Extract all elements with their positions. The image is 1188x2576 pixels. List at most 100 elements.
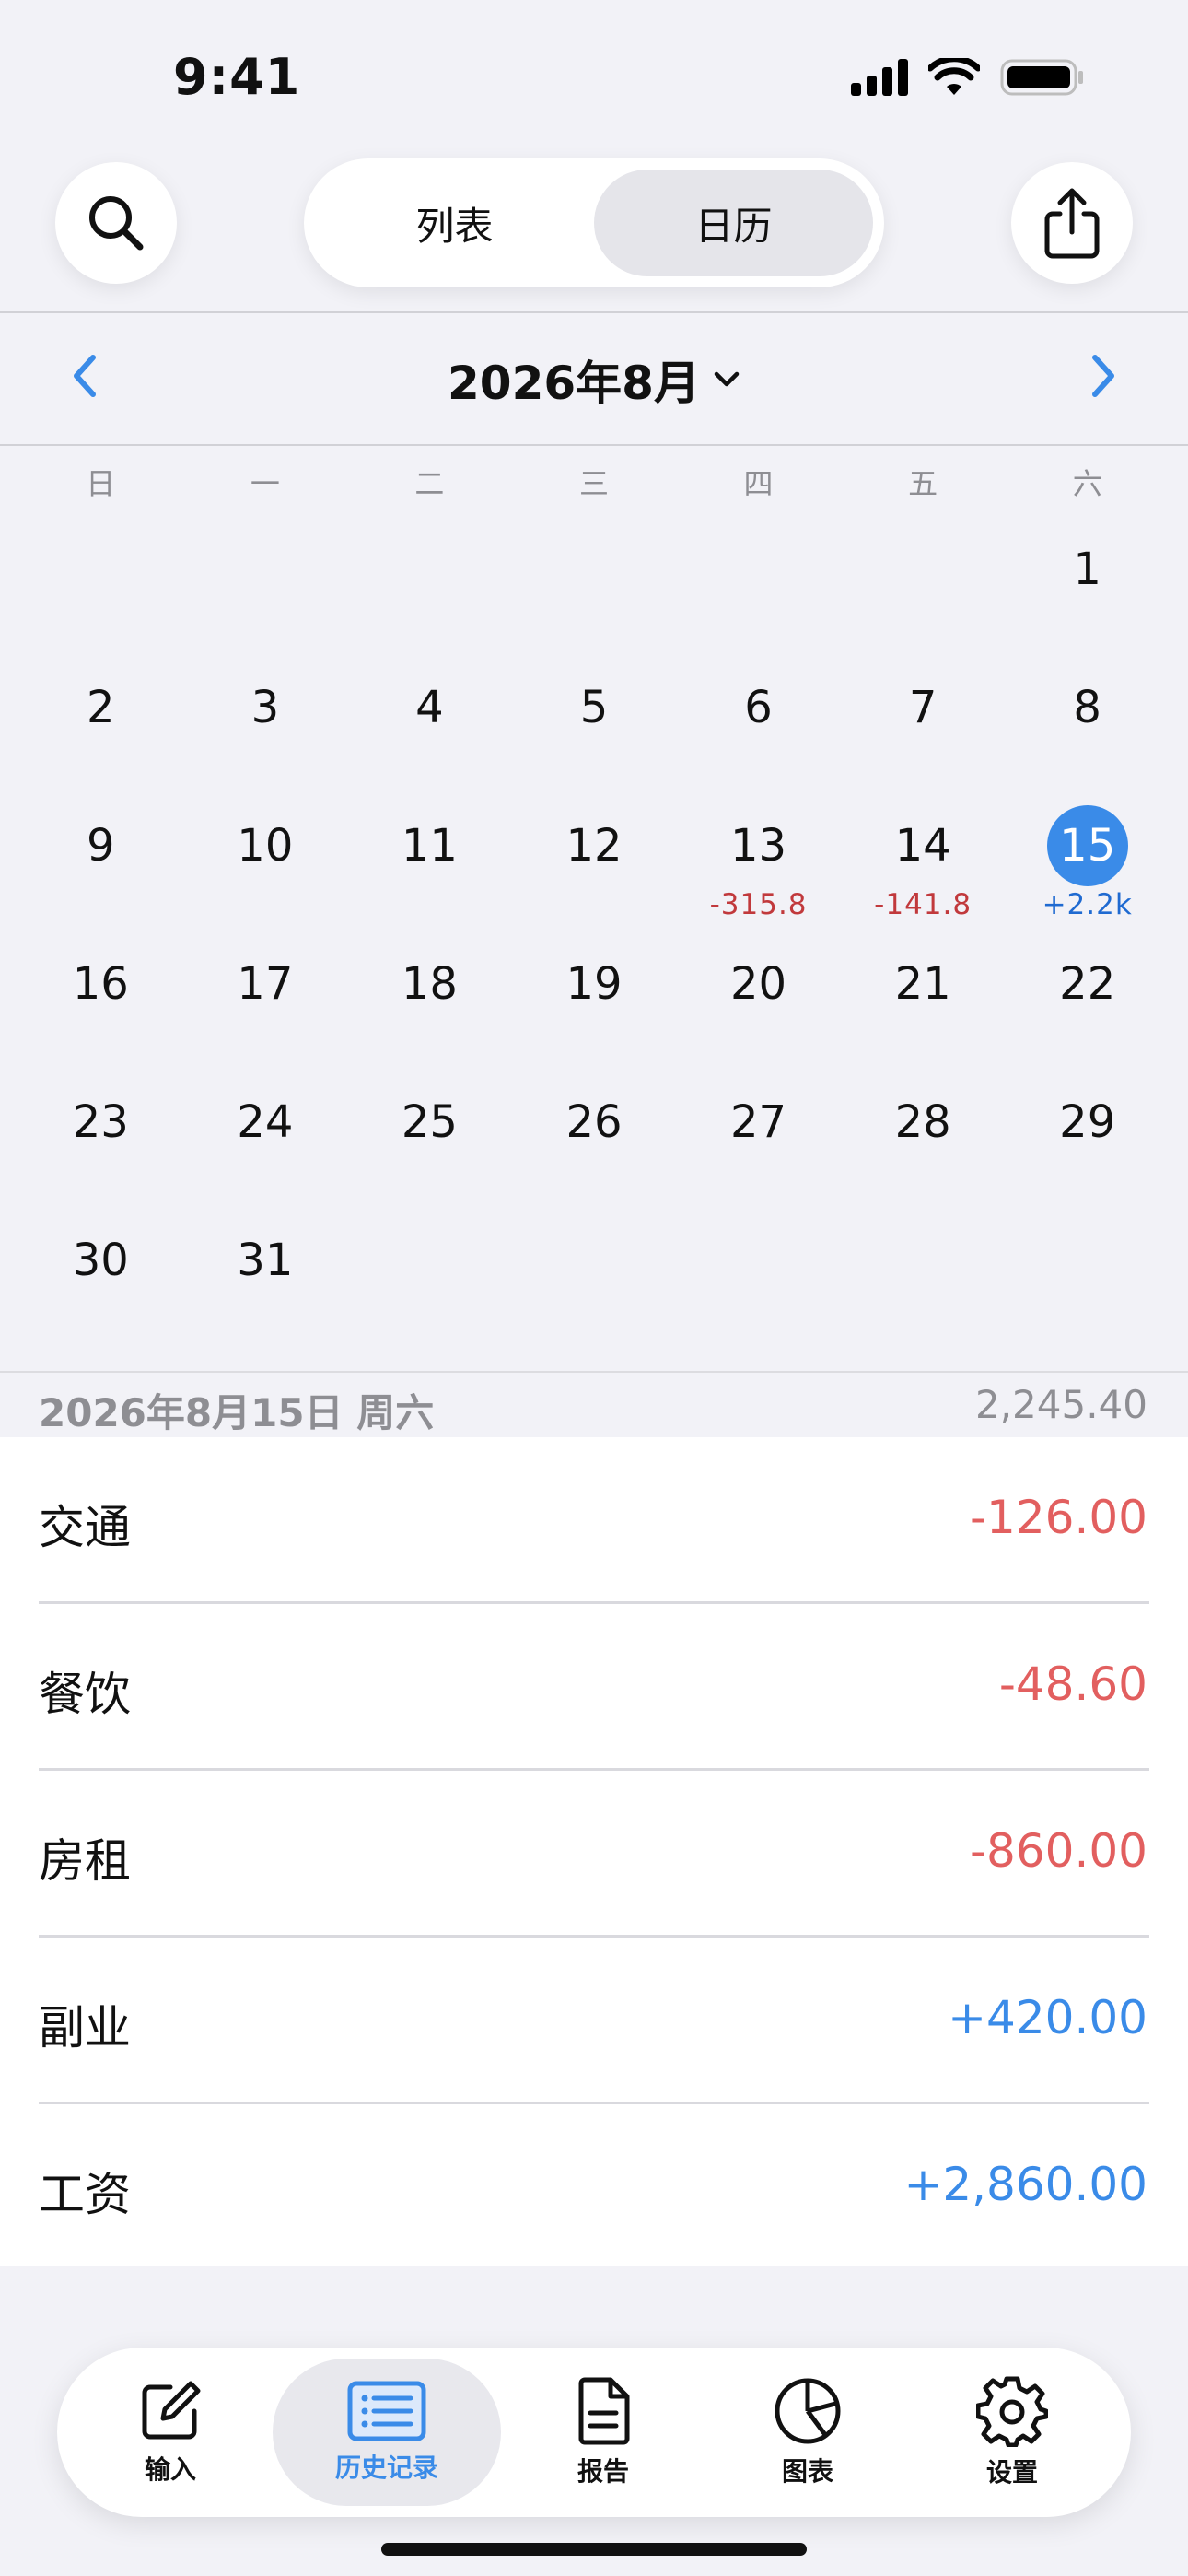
home-indicator: [381, 2543, 807, 2556]
day-number: 4: [415, 682, 444, 733]
tab-input[interactable]: 输入: [68, 2359, 273, 2506]
tab-history[interactable]: 历史记录: [273, 2359, 501, 2506]
day-number: 12: [565, 820, 623, 872]
day-number: 14: [894, 820, 951, 872]
weekday-header: 日 一 二 三 四 五 六: [18, 461, 1170, 503]
calendar-day[interactable]: 23: [18, 1069, 183, 1207]
next-month-button[interactable]: [1076, 348, 1131, 404]
gear-icon: [976, 2376, 1048, 2447]
calendar-day[interactable]: 12: [512, 792, 677, 931]
transaction-row[interactable]: 工资 +2,860.00: [0, 2104, 1188, 2271]
chevron-right-icon: [1092, 355, 1114, 397]
day-number: 1: [1073, 544, 1101, 595]
calendar-day[interactable]: 9: [18, 792, 183, 931]
calendar-day[interactable]: 29: [1005, 1069, 1170, 1207]
day-number: 6: [744, 682, 773, 733]
search-button[interactable]: [55, 162, 177, 284]
calendar-day[interactable]: 24: [183, 1069, 348, 1207]
transaction-amount: +2,860.00: [903, 2158, 1147, 2211]
day-number: 22: [1059, 958, 1116, 1010]
status-time: 9:41: [173, 48, 301, 106]
segment-calendar[interactable]: 日历: [594, 170, 873, 276]
segment-calendar-label: 日历: [694, 203, 773, 249]
segment-list-label: 列表: [415, 203, 494, 249]
transaction-row[interactable]: 餐饮 -48.60: [0, 1604, 1188, 1771]
calendar-day[interactable]: 21: [841, 931, 1006, 1069]
transaction-category: 工资: [39, 2168, 131, 2221]
calendar-day[interactable]: 17: [183, 931, 348, 1069]
calendar-empty-cell: [18, 516, 183, 654]
transaction-category: 交通: [39, 1501, 131, 1554]
calendar-day[interactable]: 31: [183, 1207, 348, 1345]
transaction-category: 房租: [39, 1834, 131, 1888]
calendar-day[interactable]: 30: [18, 1207, 183, 1345]
day-amount: -141.8: [874, 888, 973, 921]
tab-report-label: 报告: [577, 2456, 629, 2487]
transaction-amount: -126.00: [970, 1491, 1147, 1544]
day-summary-header: 2026年8月15日 周六 2,245.40: [0, 1371, 1188, 1437]
share-button[interactable]: [1011, 162, 1133, 284]
day-number: 25: [401, 1096, 458, 1148]
weekday-label: 一: [250, 466, 280, 501]
calendar-day[interactable]: 14 -141.8: [841, 792, 1006, 931]
calendar-day[interactable]: 10: [183, 792, 348, 931]
day-amount: -315.8: [709, 888, 808, 921]
tab-report[interactable]: 报告: [501, 2359, 705, 2506]
day-number: 21: [894, 958, 951, 1010]
calendar-day[interactable]: 11: [347, 792, 512, 931]
transaction-amount: +420.00: [948, 1991, 1147, 2044]
transaction-row[interactable]: 副业 +420.00: [0, 1938, 1188, 2104]
calendar-day[interactable]: 18: [347, 931, 512, 1069]
cellular-signal-icon: [851, 59, 908, 96]
calendar-empty-cell: [347, 1207, 512, 1345]
calendar-day[interactable]: 19: [512, 931, 677, 1069]
day-number: 24: [237, 1096, 294, 1148]
wifi-icon: [928, 58, 980, 95]
share-icon: [1044, 188, 1100, 259]
day-total: 2,245.40: [974, 1382, 1147, 1427]
calendar-empty-cell: [512, 516, 677, 654]
calendar-day[interactable]: 8: [1005, 654, 1170, 792]
calendar-day[interactable]: 25: [347, 1069, 512, 1207]
calendar-empty-cell: [512, 1207, 677, 1345]
calendar-day[interactable]: 3: [183, 654, 348, 792]
calendar-day[interactable]: 4: [347, 654, 512, 792]
pie-chart-icon: [775, 2378, 841, 2444]
transaction-row[interactable]: 房租 -860.00: [0, 1771, 1188, 1938]
calendar-day[interactable]: 27: [676, 1069, 841, 1207]
calendar-day[interactable]: 5: [512, 654, 677, 792]
calendar-day[interactable]: 2: [18, 654, 183, 792]
weekday-label: 日: [86, 466, 116, 501]
month-navigation: 2026年8月: [0, 313, 1188, 442]
day-number: 7: [908, 682, 938, 733]
calendar-day[interactable]: 26: [512, 1069, 677, 1207]
calendar-day[interactable]: 20: [676, 931, 841, 1069]
status-bar: 9:41: [0, 0, 1188, 147]
month-picker[interactable]: 2026年8月: [0, 346, 1188, 413]
tab-settings[interactable]: 设置: [910, 2359, 1114, 2506]
tab-settings-label: 设置: [985, 2457, 1038, 2488]
day-number: 8: [1073, 682, 1101, 733]
transaction-category: 副业: [39, 2001, 131, 2055]
calendar-day[interactable]: 6: [676, 654, 841, 792]
transaction-row[interactable]: 交通 -126.00: [0, 1437, 1188, 1604]
tab-history-label: 历史记录: [334, 2453, 438, 2483]
calendar-day[interactable]: 28: [841, 1069, 1006, 1207]
day-number: 30: [72, 1235, 129, 1286]
tab-chart[interactable]: 图表: [705, 2359, 910, 2506]
calendar-day[interactable]: 16: [18, 931, 183, 1069]
segment-list[interactable]: 列表: [315, 170, 594, 276]
calendar-day[interactable]: 22: [1005, 931, 1170, 1069]
weekday-label: 六: [1072, 466, 1102, 501]
compose-icon: [142, 2381, 201, 2440]
calendar-day[interactable]: 7: [841, 654, 1006, 792]
day-number: 27: [730, 1096, 787, 1148]
view-mode-segmented-control: 列表 日历: [304, 158, 884, 287]
day-number: 18: [401, 958, 458, 1010]
day-number: 28: [894, 1096, 951, 1148]
day-number: 5: [579, 682, 609, 733]
calendar-day[interactable]: 13 -315.8: [676, 792, 841, 931]
calendar-day[interactable]: 15 +2.2k: [1005, 792, 1170, 931]
calendar-day[interactable]: 1: [1005, 516, 1170, 654]
day-amount: +2.2k: [1042, 888, 1133, 921]
